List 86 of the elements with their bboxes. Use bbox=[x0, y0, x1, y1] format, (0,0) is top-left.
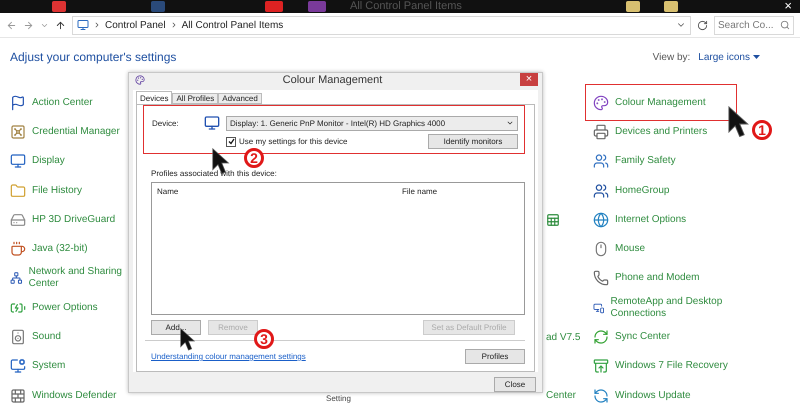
control-panel-item[interactable]: HomeGroup bbox=[589, 176, 733, 206]
control-panel-item[interactable]: Sync Center bbox=[589, 322, 733, 352]
step-number-badge: 1 bbox=[752, 120, 772, 140]
breadcrumb[interactable]: All Control Panel Items bbox=[182, 20, 284, 30]
control-panel-item[interactable]: Center bbox=[546, 390, 576, 402]
refresh-icon[interactable] bbox=[697, 20, 708, 30]
profiles-list[interactable]: Name File name bbox=[151, 182, 525, 315]
checkbox-label[interactable]: Use my settings for this device bbox=[239, 137, 348, 146]
column-header[interactable]: File name bbox=[402, 187, 502, 196]
tab[interactable]: All Profiles bbox=[172, 93, 218, 104]
control-panel-item[interactable]: Windows Update bbox=[589, 380, 733, 405]
up-arrow-icon[interactable] bbox=[55, 20, 66, 30]
profiles-button[interactable]: Profiles bbox=[465, 349, 525, 364]
control-panel-item[interactable]: Family Safety bbox=[589, 146, 733, 176]
control-panel-item[interactable]: Display bbox=[10, 146, 128, 176]
folder-icon[interactable] bbox=[664, 1, 678, 12]
mouse-icon bbox=[593, 241, 609, 258]
control-panel-item[interactable]: Windows 7 File Recovery bbox=[589, 352, 733, 381]
computer-icon bbox=[10, 358, 26, 374]
chevron-icon bbox=[93, 21, 101, 29]
control-panel-item[interactable]: Java (32-bit) bbox=[10, 234, 128, 264]
help-link[interactable]: Understanding colour management settings bbox=[151, 352, 306, 361]
monitor-icon bbox=[204, 115, 220, 131]
caret-icon bbox=[753, 55, 760, 59]
control-panel-item[interactable]: HP 3D DriveGuard bbox=[10, 205, 128, 234]
close-dialog-button[interactable]: Close bbox=[494, 377, 536, 392]
monitor-icon bbox=[10, 153, 26, 170]
flag-icon bbox=[10, 94, 26, 111]
speaker-icon bbox=[10, 329, 26, 346]
view-by-label: View by: bbox=[652, 52, 690, 62]
profile-button[interactable]: Add... bbox=[151, 320, 201, 335]
control-panel-item[interactable]: Setting bbox=[326, 394, 351, 403]
breadcrumb[interactable]: Control Panel bbox=[105, 20, 166, 30]
search-icon bbox=[780, 20, 790, 30]
highlight-frame[interactable]: Colour Management bbox=[589, 88, 733, 118]
brick-wall-icon bbox=[10, 388, 26, 404]
caret-icon bbox=[506, 119, 514, 127]
tab[interactable]: Advanced bbox=[218, 93, 262, 104]
close-button[interactable]: × bbox=[784, 0, 792, 12]
vault-icon bbox=[10, 124, 26, 140]
sync-icon bbox=[593, 329, 609, 346]
window-title: All Control Panel Items bbox=[350, 0, 462, 13]
archive-icon bbox=[593, 358, 609, 374]
control-panel-item[interactable]: Windows Defender bbox=[10, 380, 128, 405]
device-label: Device: bbox=[152, 118, 180, 128]
printer-icon bbox=[593, 124, 609, 140]
control-panel-item[interactable]: ad V7.5 bbox=[546, 332, 580, 343]
folder-icon bbox=[10, 182, 26, 199]
control-panel-item[interactable]: File History bbox=[10, 176, 128, 206]
identify-monitors-button[interactable]: Identify monitors bbox=[428, 134, 518, 149]
refresh-icon bbox=[593, 388, 609, 404]
dialog-title: Colour Management bbox=[282, 74, 384, 86]
control-panel-item[interactable]: Action Center bbox=[10, 88, 128, 118]
phone-icon bbox=[593, 270, 609, 286]
checkbox[interactable] bbox=[226, 136, 236, 146]
spreadsheet-icon bbox=[546, 212, 560, 227]
device-dropdown[interactable]: Display: 1. Generic PnP Monitor - Intel(R) HD Graphics 4000 bbox=[226, 116, 518, 130]
control-panel-item[interactable]: Phone and Modem bbox=[589, 264, 733, 294]
palette-icon bbox=[593, 94, 609, 111]
control-panel-item[interactable]: Mouse bbox=[589, 234, 733, 264]
view-by-dropdown[interactable]: Large icons bbox=[698, 52, 760, 62]
control-panel-item[interactable]: System bbox=[10, 352, 128, 381]
coffee-cup-icon bbox=[10, 241, 26, 258]
page-heading: Adjust your computer's settings bbox=[10, 50, 176, 64]
control-panel-item[interactable]: Network and Sharing Center bbox=[10, 264, 128, 294]
close-button[interactable]: × bbox=[520, 73, 538, 86]
hard-drive-icon bbox=[10, 212, 26, 228]
control-panel-icon bbox=[77, 19, 89, 31]
search-field[interactable]: Search Co... bbox=[714, 16, 794, 34]
back-icon[interactable] bbox=[6, 20, 17, 30]
pointer-cursor-icon bbox=[728, 106, 750, 138]
people-icon bbox=[593, 182, 609, 199]
folder-icon[interactable] bbox=[626, 1, 640, 12]
control-panel-item[interactable]: Sound bbox=[10, 322, 128, 352]
globe-icon bbox=[593, 212, 609, 228]
address-field[interactable]: Control Panel All Control Panel Items bbox=[72, 16, 691, 34]
tab[interactable]: Devices bbox=[136, 91, 172, 104]
control-panel-item[interactable]: RemoteApp and Desktop Connections bbox=[589, 293, 733, 322]
people-icon bbox=[593, 153, 609, 170]
control-panel-item[interactable]: Internet Options bbox=[589, 205, 733, 234]
network-icon bbox=[10, 270, 23, 286]
forward-icon[interactable] bbox=[23, 20, 34, 30]
control-panel-item[interactable]: Credential Manager bbox=[10, 117, 128, 147]
column-header[interactable]: Name bbox=[157, 187, 402, 196]
control-panel-item[interactable]: Power Options bbox=[10, 293, 128, 322]
palette-icon bbox=[135, 74, 145, 84]
